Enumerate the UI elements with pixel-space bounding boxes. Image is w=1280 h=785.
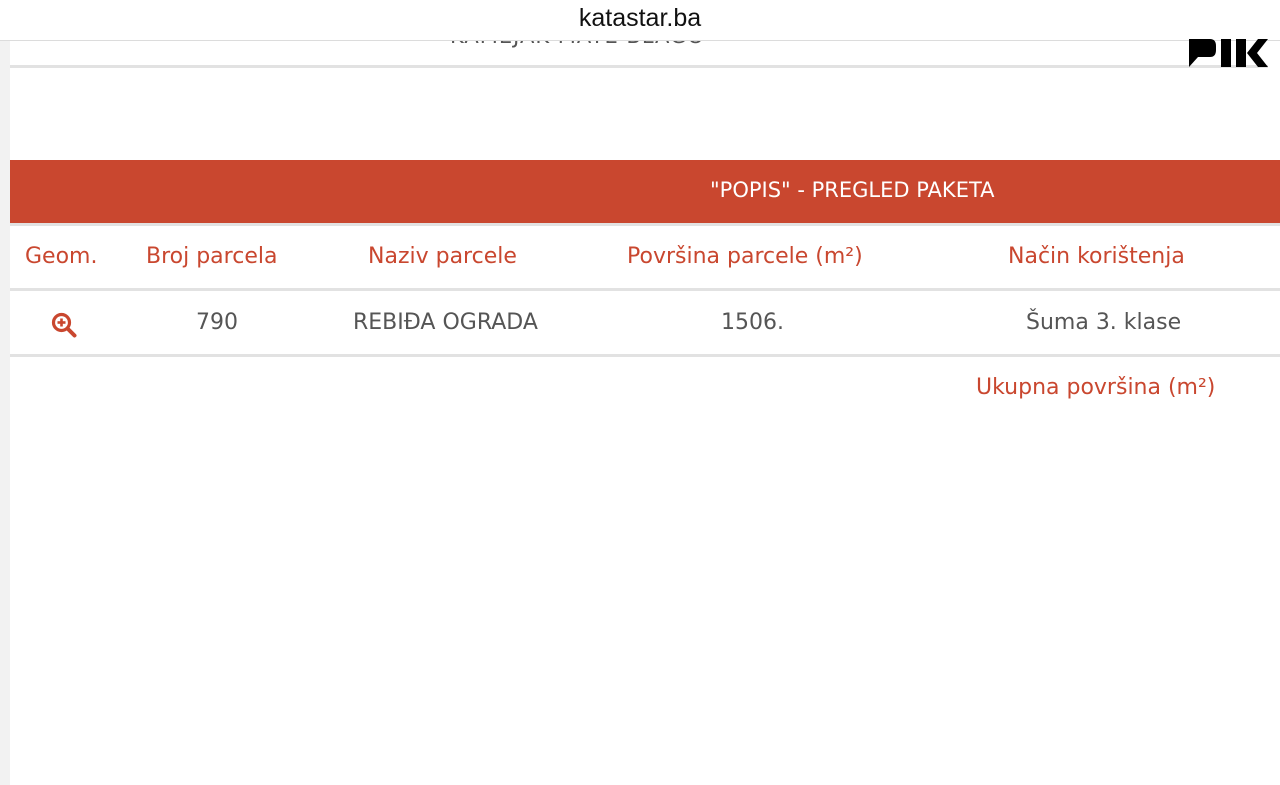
column-header-parcel-name: Naziv parcele xyxy=(368,244,517,269)
cell-usage: Šuma 3. klase xyxy=(1026,310,1182,335)
browser-url-bar[interactable]: katastar.ba xyxy=(0,0,1280,41)
column-header-parcel-number: Broj parcela xyxy=(146,244,278,269)
cell-parcel-area: 1506. xyxy=(721,310,784,335)
panel-header xyxy=(10,160,1280,223)
column-header-geom: Geom. xyxy=(25,244,98,269)
column-header-usage: Način korištenja xyxy=(1008,244,1185,269)
column-header-parcel-area: Površina parcele (m²) xyxy=(627,244,863,269)
cell-parcel-name: REBIĐA OGRADA xyxy=(353,310,538,335)
panel-title: "POPIS" - PREGLED PAKETA xyxy=(710,178,995,202)
divider xyxy=(10,65,1268,68)
pik-logo-icon xyxy=(1189,39,1268,67)
left-gutter xyxy=(0,40,10,785)
divider xyxy=(10,288,1280,291)
total-area-label: Ukupna površina (m²) xyxy=(976,375,1216,400)
url-text[interactable]: katastar.ba xyxy=(0,4,1280,33)
divider xyxy=(10,354,1280,357)
zoom-in-icon[interactable] xyxy=(51,312,77,338)
cell-parcel-number: 790 xyxy=(196,310,238,335)
divider xyxy=(10,223,1280,226)
